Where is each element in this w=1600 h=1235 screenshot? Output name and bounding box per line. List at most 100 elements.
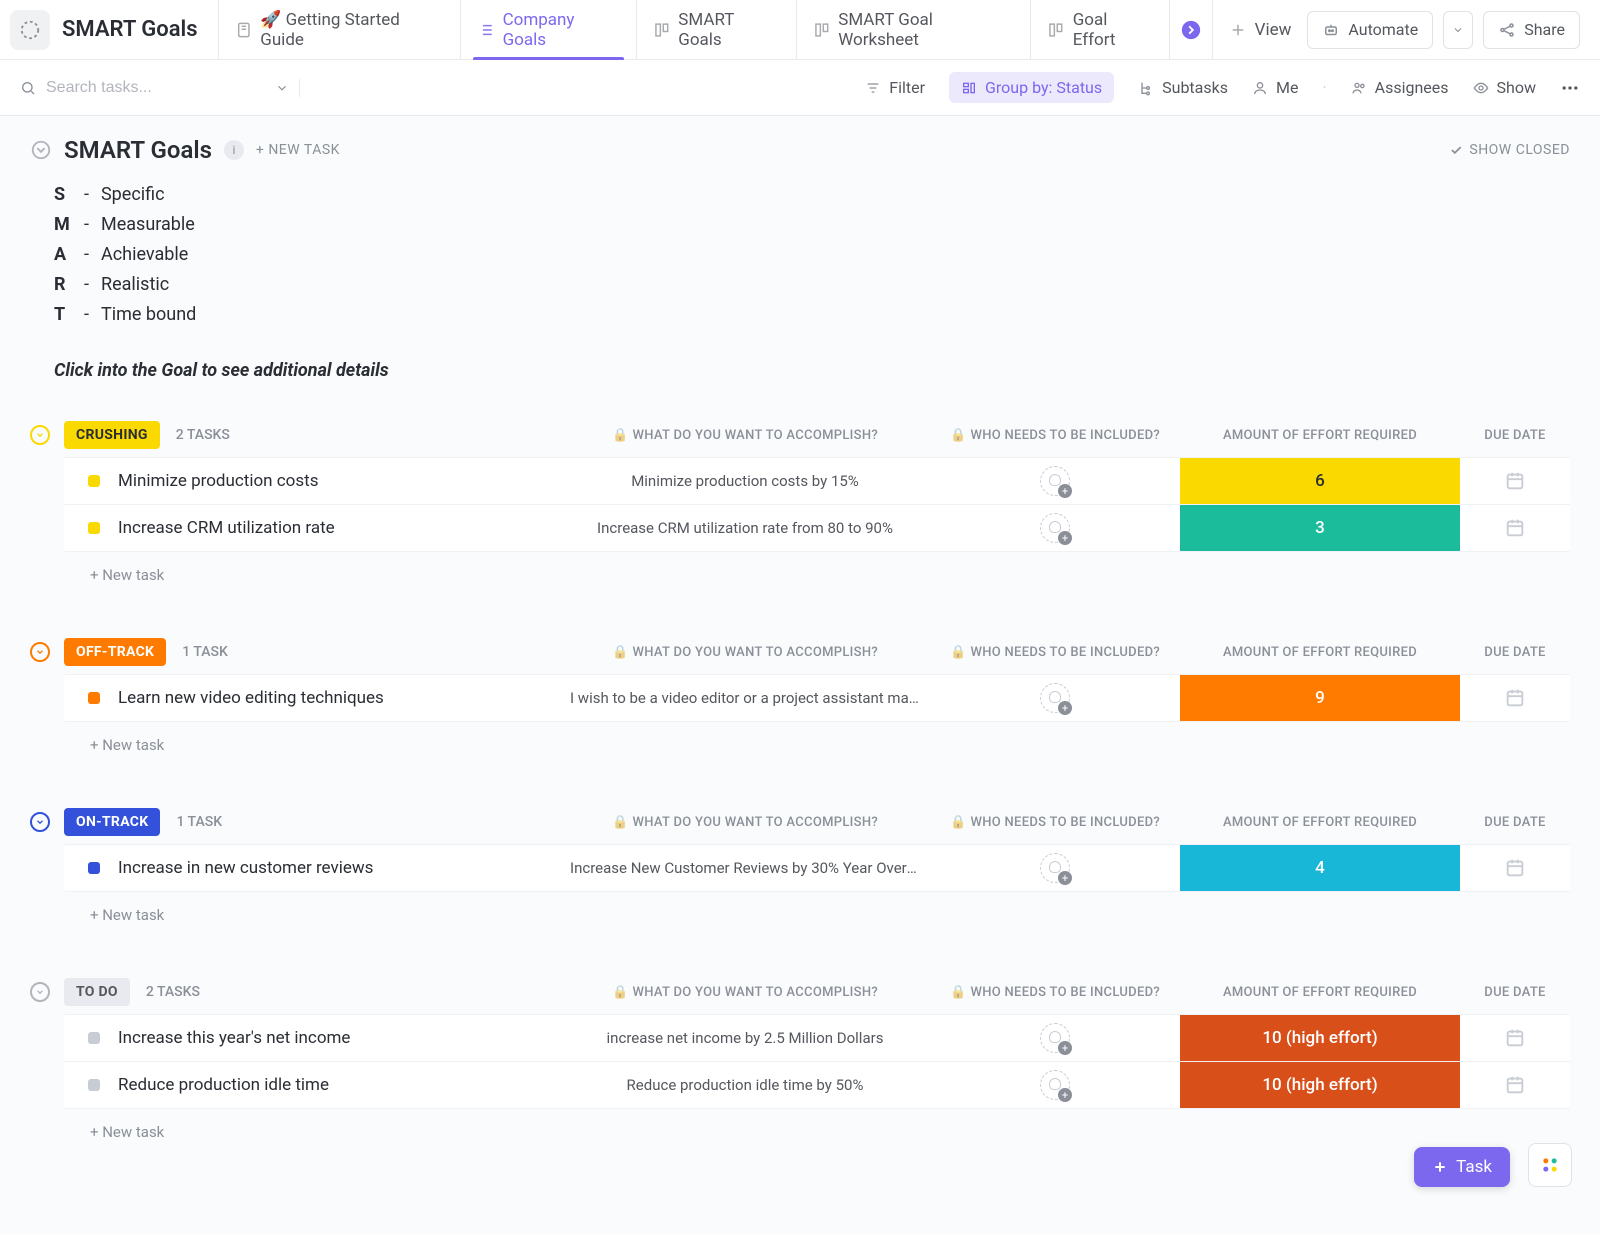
col-header-due[interactable]: DUE DATE bbox=[1460, 645, 1570, 660]
cell-effort[interactable]: 9 bbox=[1180, 675, 1460, 721]
collapse-button[interactable] bbox=[30, 425, 50, 445]
tab-company-goals[interactable]: Company Goals bbox=[460, 0, 636, 60]
col-header-effort[interactable]: AMOUNT OF EFFORT REQUIRED bbox=[1180, 815, 1460, 830]
task-row[interactable]: Increase this year's net income increase… bbox=[64, 1014, 1570, 1062]
col-header-who[interactable]: 🔒WHO NEEDS TO BE INCLUDED? bbox=[930, 645, 1180, 660]
subtasks-button[interactable]: Subtasks bbox=[1138, 78, 1228, 97]
cell-due-date[interactable] bbox=[1460, 857, 1570, 879]
new-task-button[interactable]: + New task bbox=[90, 892, 1570, 938]
tab-worksheet[interactable]: SMART Goal Worksheet bbox=[796, 0, 1031, 60]
status-square[interactable] bbox=[88, 862, 100, 874]
status-square[interactable] bbox=[88, 522, 100, 534]
eye-icon bbox=[1473, 80, 1489, 96]
show-closed-button[interactable]: SHOW CLOSED bbox=[1449, 142, 1570, 158]
cell-effort[interactable]: 4 bbox=[1180, 845, 1460, 891]
toolbar-right: Filter Group by: Status Subtasks Me · As… bbox=[865, 72, 1580, 103]
chevron-down-icon[interactable] bbox=[275, 81, 289, 95]
cell-effort[interactable]: 10 (high effort) bbox=[1180, 1015, 1460, 1061]
automate-button[interactable]: Automate bbox=[1307, 11, 1433, 49]
task-row[interactable]: Increase in new customer reviews Increas… bbox=[64, 844, 1570, 892]
task-rows: Increase in new customer reviews Increas… bbox=[30, 844, 1570, 892]
more-icon[interactable] bbox=[1560, 78, 1580, 98]
fab-task-button[interactable]: Task bbox=[1414, 1147, 1510, 1187]
new-task-button[interactable]: + New task bbox=[90, 552, 1570, 598]
smart-row: R-Realistic bbox=[54, 270, 1570, 300]
collapse-button[interactable] bbox=[30, 812, 50, 832]
col-header-due[interactable]: DUE DATE bbox=[1460, 428, 1570, 443]
col-header-due[interactable]: DUE DATE bbox=[1460, 815, 1570, 830]
share-button[interactable]: Share bbox=[1483, 11, 1580, 49]
col-header-due[interactable]: DUE DATE bbox=[1460, 985, 1570, 1000]
new-task-button[interactable]: + New task bbox=[90, 1109, 1570, 1155]
status-pill[interactable]: TO DO bbox=[64, 978, 130, 1006]
assignee-add-icon[interactable] bbox=[1040, 853, 1070, 883]
col-header-who[interactable]: 🔒WHO NEEDS TO BE INCLUDED? bbox=[930, 428, 1180, 443]
col-header-effort[interactable]: AMOUNT OF EFFORT REQUIRED bbox=[1180, 645, 1460, 660]
chevron-down-icon bbox=[35, 987, 45, 997]
col-header-accomplish[interactable]: 🔒WHAT DO YOU WANT TO ACCOMPLISH? bbox=[560, 428, 930, 443]
apps-icon bbox=[1540, 1155, 1560, 1175]
automate-dropdown[interactable] bbox=[1443, 11, 1473, 49]
doc-icon bbox=[235, 21, 253, 39]
add-view-button[interactable]: View bbox=[1212, 0, 1308, 60]
collapse-button[interactable] bbox=[30, 982, 50, 1002]
group-header: TO DO 2 TASKS 🔒WHAT DO YOU WANT TO ACCOM… bbox=[30, 978, 1570, 1006]
tab-label: Company Goals bbox=[503, 10, 620, 50]
assignee-add-icon[interactable] bbox=[1040, 513, 1070, 543]
cell-due-date[interactable] bbox=[1460, 687, 1570, 709]
show-label: Show bbox=[1497, 78, 1536, 97]
task-row[interactable]: Minimize production costs Minimize produ… bbox=[64, 457, 1570, 505]
status-square[interactable] bbox=[88, 475, 100, 487]
smart-text: Achievable bbox=[101, 240, 188, 270]
search-input[interactable] bbox=[46, 79, 265, 97]
task-row[interactable]: Reduce production idle time Reduce produ… bbox=[64, 1061, 1570, 1109]
col-header-accomplish[interactable]: 🔒WHAT DO YOU WANT TO ACCOMPLISH? bbox=[560, 645, 930, 660]
status-square[interactable] bbox=[88, 1079, 100, 1091]
col-header-who[interactable]: 🔒WHO NEEDS TO BE INCLUDED? bbox=[930, 985, 1180, 1000]
col-header-effort[interactable]: AMOUNT OF EFFORT REQUIRED bbox=[1180, 985, 1460, 1000]
status-square[interactable] bbox=[88, 692, 100, 704]
task-row[interactable]: Increase CRM utilization rate Increase C… bbox=[64, 504, 1570, 552]
tab-getting-started[interactable]: 🚀 Getting Started Guide bbox=[218, 0, 460, 60]
cell-due-date[interactable] bbox=[1460, 470, 1570, 492]
cell-due-date[interactable] bbox=[1460, 1074, 1570, 1096]
status-square[interactable] bbox=[88, 1032, 100, 1044]
new-task-top-button[interactable]: + NEW TASK bbox=[256, 142, 340, 158]
assignee-add-icon[interactable] bbox=[1040, 1023, 1070, 1053]
assignee-add-icon[interactable] bbox=[1040, 683, 1070, 713]
task-rows: Learn new video editing techniques I wis… bbox=[30, 674, 1570, 722]
assignee-add-icon[interactable] bbox=[1040, 466, 1070, 496]
assignee-add-icon[interactable] bbox=[1040, 1070, 1070, 1100]
assignees-button[interactable]: Assignees bbox=[1351, 78, 1449, 97]
col-header-effort[interactable]: AMOUNT OF EFFORT REQUIRED bbox=[1180, 428, 1460, 443]
status-pill[interactable]: ON-TRACK bbox=[64, 808, 160, 836]
automate-label: Automate bbox=[1348, 20, 1418, 39]
filter-button[interactable]: Filter bbox=[865, 78, 925, 97]
cell-effort[interactable]: 6 bbox=[1180, 458, 1460, 504]
status-pill[interactable]: OFF-TRACK bbox=[64, 638, 166, 666]
cell-effort[interactable]: 3 bbox=[1180, 505, 1460, 551]
cell-due-date[interactable] bbox=[1460, 1027, 1570, 1049]
header: SMART Goals 🚀 Getting Started Guide Comp… bbox=[0, 0, 1600, 60]
col-header-accomplish[interactable]: 🔒WHAT DO YOU WANT TO ACCOMPLISH? bbox=[560, 985, 930, 1000]
show-button[interactable]: Show bbox=[1473, 78, 1536, 97]
task-row[interactable]: Learn new video editing techniques I wis… bbox=[64, 674, 1570, 722]
col-header-accomplish[interactable]: 🔒WHAT DO YOU WANT TO ACCOMPLISH? bbox=[560, 815, 930, 830]
new-task-button[interactable]: + New task bbox=[90, 722, 1570, 768]
cell-due-date[interactable] bbox=[1460, 517, 1570, 539]
cell-effort[interactable]: 10 (high effort) bbox=[1180, 1062, 1460, 1108]
col-header-who[interactable]: 🔒WHO NEEDS TO BE INCLUDED? bbox=[930, 815, 1180, 830]
column-headers: 🔒WHAT DO YOU WANT TO ACCOMPLISH? 🔒WHO NE… bbox=[560, 815, 1570, 830]
collapse-button[interactable] bbox=[30, 642, 50, 662]
tabs-overflow[interactable] bbox=[1169, 0, 1212, 60]
collapse-icon[interactable] bbox=[30, 139, 52, 161]
group-by-button[interactable]: Group by: Status bbox=[949, 72, 1114, 103]
tab-goal-effort[interactable]: Goal Effort bbox=[1030, 0, 1169, 60]
chevron-down-icon bbox=[35, 430, 45, 440]
fab-apps-button[interactable] bbox=[1528, 1143, 1572, 1187]
status-pill[interactable]: CRUSHING bbox=[64, 421, 160, 449]
info-icon[interactable]: i bbox=[224, 140, 244, 160]
me-button[interactable]: Me bbox=[1252, 78, 1298, 97]
tab-smart-goals[interactable]: SMART Goals bbox=[636, 0, 796, 60]
chevron-right-circle-icon bbox=[1180, 19, 1202, 41]
